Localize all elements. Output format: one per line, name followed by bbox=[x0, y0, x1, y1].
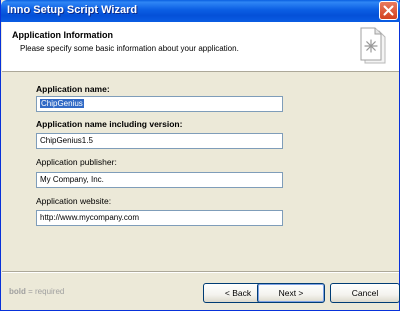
website-field[interactable]: http://www.mycompany.com bbox=[36, 210, 283, 226]
cancel-button[interactable]: Cancel bbox=[330, 283, 400, 303]
required-note: bold = required bbox=[9, 287, 64, 296]
wizard-window: Inno Setup Script Wizard Application Inf… bbox=[0, 0, 400, 311]
page-title: Application Information bbox=[12, 30, 113, 40]
app-name-label: Application name: bbox=[36, 84, 110, 94]
next-button[interactable]: Next > bbox=[257, 283, 325, 303]
window-title: Inno Setup Script Wizard bbox=[7, 4, 138, 16]
app-version-field[interactable]: ChipGenius1.5 bbox=[36, 133, 283, 149]
required-note-text: = required bbox=[25, 287, 65, 296]
wizard-document-icon bbox=[360, 27, 386, 64]
title-bar[interactable]: Inno Setup Script Wizard bbox=[1, 0, 400, 22]
wizard-header: Application Information Please specify s… bbox=[2, 22, 399, 72]
close-button[interactable] bbox=[379, 1, 398, 20]
page-subtitle: Please specify some basic information ab… bbox=[20, 44, 239, 53]
required-note-bold: bold bbox=[9, 287, 26, 296]
app-version-label: Application name including version: bbox=[36, 119, 183, 129]
app-name-field[interactable]: ChipGenius bbox=[36, 96, 283, 112]
form-area: Application name: ChipGenius Application… bbox=[2, 73, 399, 268]
publisher-field[interactable]: My Company, Inc. bbox=[36, 172, 283, 188]
publisher-label: Application publisher: bbox=[36, 157, 117, 167]
website-label: Application website: bbox=[36, 196, 112, 206]
close-icon bbox=[383, 5, 394, 16]
app-name-value: ChipGenius bbox=[40, 99, 84, 108]
footer-divider bbox=[2, 271, 399, 273]
